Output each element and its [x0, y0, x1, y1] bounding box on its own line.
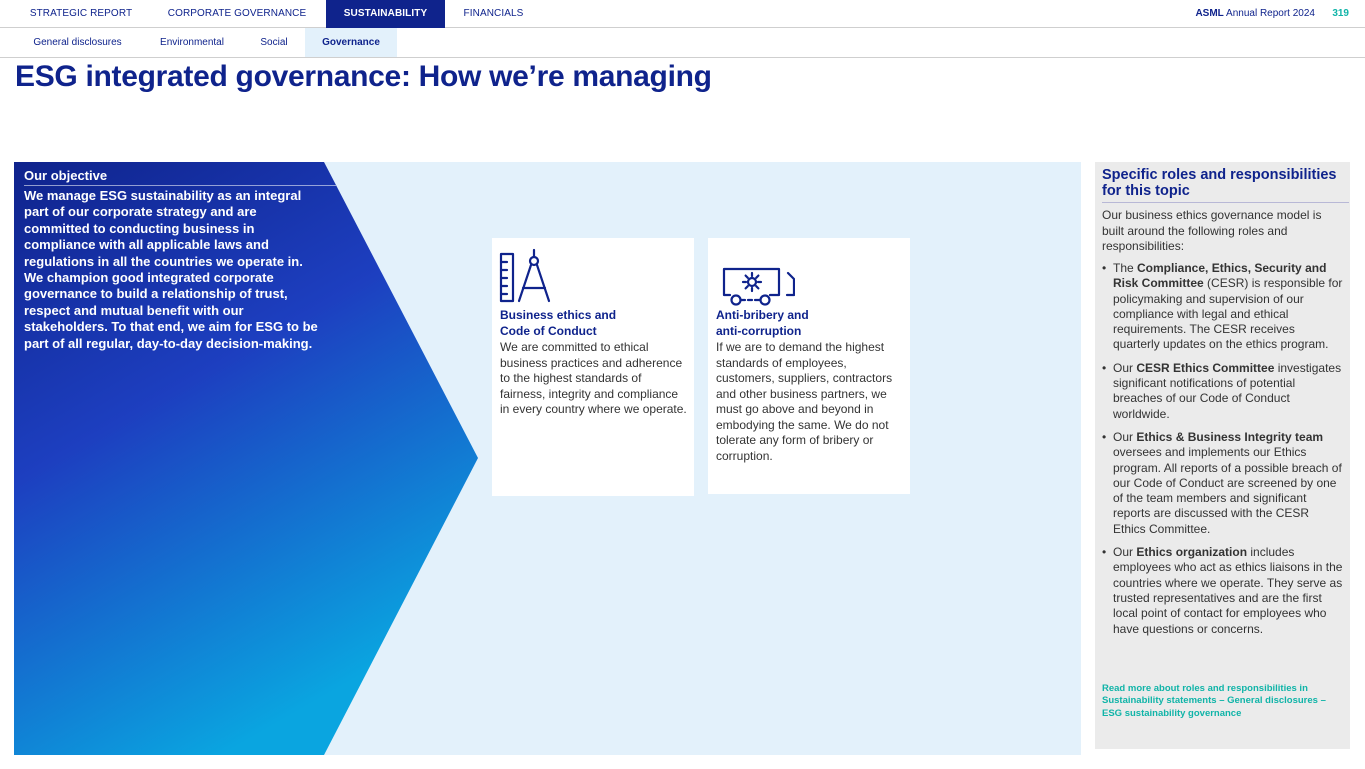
- objective-label: Our objective: [24, 168, 336, 186]
- role-name: Ethics & Business Integrity team: [1136, 429, 1324, 444]
- tab-sustainability[interactable]: SUSTAINABILITY: [326, 0, 445, 28]
- list-item: Our CESR Ethics Committee investigates s…: [1102, 361, 1344, 422]
- gear-conveyor-icon: [715, 248, 796, 313]
- role-prefix: Our: [1113, 545, 1137, 560]
- tab-strategic-report[interactable]: STRATEGIC REPORT: [14, 0, 148, 28]
- objective-text: We manage ESG sustainability as an integ…: [24, 188, 318, 351]
- report-name: Annual Report 2024: [1226, 8, 1315, 19]
- sub-navigation: General disclosures Environmental Social…: [0, 28, 1365, 58]
- card-title-line: Business ethics and: [500, 308, 617, 322]
- card-anti-bribery: Anti-bribery and anti-corruption If we a…: [708, 238, 910, 494]
- card-title: Business ethics and Code of Conduct: [500, 307, 616, 339]
- list-item: Our Ethics organization includes employe…: [1102, 545, 1344, 637]
- brand-name: ASML: [1195, 8, 1224, 19]
- card-business-ethics: Business ethics and Code of Conduct We a…: [492, 238, 694, 496]
- tab-financials[interactable]: FINANCIALS: [445, 0, 542, 28]
- roles-list: The Compliance, Ethics, Security and Ris…: [1102, 261, 1344, 645]
- role-prefix: The: [1113, 261, 1138, 275]
- role-name: Ethics organization: [1136, 545, 1248, 560]
- page-number: 319: [1332, 8, 1349, 19]
- card-text: If we are to demand the highest standard…: [716, 340, 893, 463]
- card-text: We are committed to ethical business pra…: [500, 340, 687, 416]
- read-more-link[interactable]: Read more about roles and responsibiliti…: [1102, 683, 1342, 720]
- card-title-line: anti-corruption: [716, 324, 802, 338]
- objective-block: Our objective We manage ESG sustainabili…: [24, 168, 336, 352]
- role-name: CESR Ethics Committee: [1136, 360, 1275, 375]
- card-title-line: Code of Conduct: [500, 324, 597, 338]
- card-title: Anti-bribery and anti-corruption: [716, 307, 809, 339]
- roles-panel: Specific roles and responsibilities for …: [1095, 162, 1350, 749]
- top-navigation: STRATEGIC REPORT CORPORATE GOVERNANCE SU…: [0, 0, 1365, 28]
- tab-social[interactable]: Social: [243, 28, 305, 57]
- role-prefix: Our: [1113, 429, 1137, 444]
- tab-governance[interactable]: Governance: [305, 28, 397, 57]
- list-item: The Compliance, Ethics, Security and Ris…: [1102, 261, 1344, 353]
- card-title-line: Anti-bribery and: [716, 308, 809, 322]
- roles-intro: Our business ethics governance model is …: [1102, 208, 1322, 253]
- tab-general-disclosures[interactable]: General disclosures: [14, 28, 141, 57]
- tab-environmental[interactable]: Environmental: [141, 28, 243, 57]
- role-text: oversees and implements our Ethics progr…: [1113, 445, 1342, 536]
- page-title: ESG integrated governance: How we’re man…: [15, 60, 712, 93]
- report-title: ASML Annual Report 2024: [1195, 0, 1315, 28]
- tab-corporate-governance[interactable]: CORPORATE GOVERNANCE: [148, 0, 326, 28]
- list-item: Our Ethics & Business Integrity team ove…: [1102, 430, 1344, 537]
- roles-title: Specific roles and responsibilities for …: [1102, 167, 1349, 203]
- ruler-compass-icon: [499, 248, 553, 311]
- role-prefix: Our: [1113, 360, 1137, 375]
